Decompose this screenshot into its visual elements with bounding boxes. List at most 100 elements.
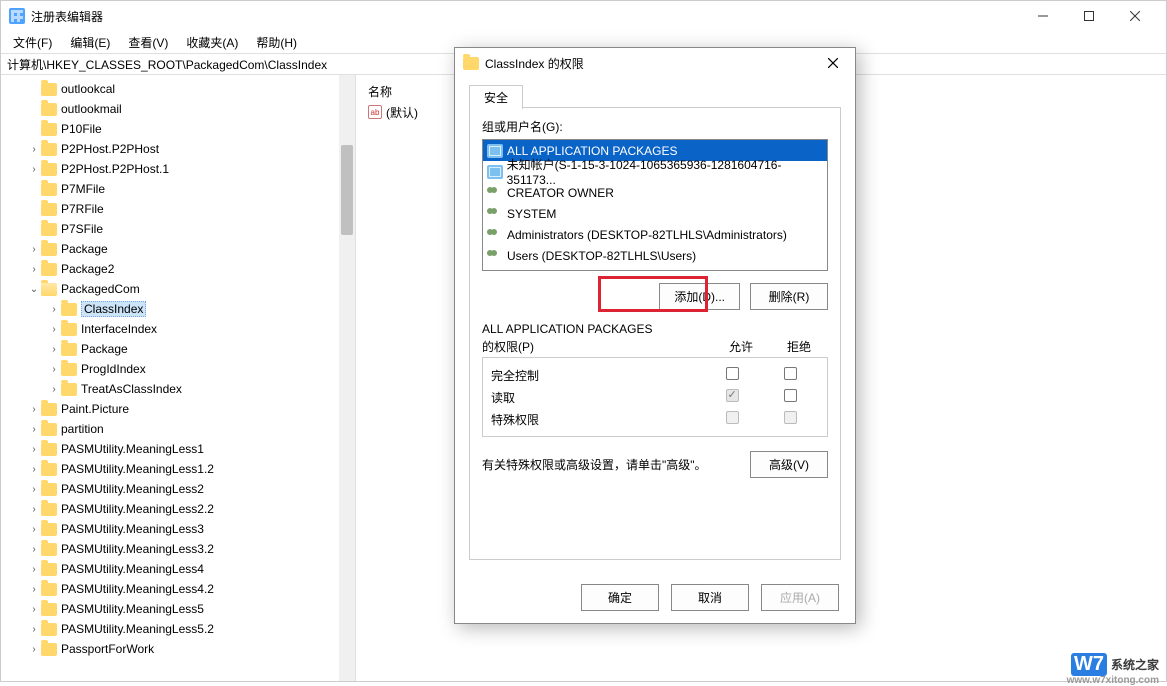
tree-item-paint-picture[interactable]: ›Paint.Picture — [1, 399, 355, 419]
maximize-button[interactable] — [1066, 1, 1112, 31]
tree-item-p2phost-p2phost[interactable]: ›P2PHost.P2PHost — [1, 139, 355, 159]
dialog-footer: 确定 取消 应用(A) — [455, 572, 855, 623]
tree-item-label: P7RFile — [61, 202, 104, 216]
menu-view[interactable]: 查看(V) — [120, 32, 176, 53]
tree-item-pasmutility-meaningless3-2[interactable]: ›PASMUtility.MeaningLess3.2 — [1, 539, 355, 559]
tree-item-pasmutility-meaningless1-2[interactable]: ›PASMUtility.MeaningLess1.2 — [1, 459, 355, 479]
value-name: (默认) — [386, 104, 418, 121]
tree-item-label: P2PHost.P2PHost.1 — [61, 162, 169, 176]
minimize-button[interactable] — [1020, 1, 1066, 31]
user-list-label: Users (DESKTOP-82TLHLS\Users) — [507, 249, 696, 263]
user-list-item[interactable]: Users (DESKTOP-82TLHLS\Users) — [483, 245, 827, 266]
tree-item-passportforwork[interactable]: › PassportForWork — [1, 639, 355, 659]
chevron-right-icon[interactable]: › — [27, 424, 41, 435]
chevron-right-icon[interactable]: › — [27, 584, 41, 595]
tree-item-package[interactable]: ›Package — [1, 239, 355, 259]
folder-icon — [41, 563, 57, 576]
deny-checkbox[interactable] — [784, 367, 797, 380]
tree-item-partition[interactable]: ›partition — [1, 419, 355, 439]
ok-button[interactable]: 确定 — [581, 584, 659, 611]
remove-button[interactable]: 删除(R) — [750, 283, 828, 310]
menu-help[interactable]: 帮助(H) — [248, 32, 305, 53]
chevron-right-icon[interactable]: › — [47, 344, 61, 355]
close-button[interactable] — [1112, 1, 1158, 31]
chevron-right-icon[interactable]: › — [27, 144, 41, 155]
apply-button[interactable]: 应用(A) — [761, 584, 839, 611]
tree-scrollbar-thumb[interactable] — [341, 145, 353, 235]
tree-item-p10file[interactable]: ·P10File — [1, 119, 355, 139]
tree-item-p7mfile[interactable]: ·P7MFile — [1, 179, 355, 199]
tree-item-outlookmail[interactable]: ·outlookmail — [1, 99, 355, 119]
chevron-right-icon[interactable]: › — [27, 624, 41, 635]
dialog-titlebar: ClassIndex 的权限 — [455, 48, 855, 78]
chevron-right-icon[interactable]: › — [27, 464, 41, 475]
tree-scrollbar[interactable] — [339, 75, 355, 681]
advanced-button[interactable]: 高级(V) — [750, 451, 828, 478]
folder-icon — [41, 483, 57, 496]
chevron-right-icon[interactable]: › — [27, 244, 41, 255]
chevron-right-icon[interactable]: › — [27, 604, 41, 615]
user-list-item[interactable]: Administrators (DESKTOP-82TLHLS\Administ… — [483, 224, 827, 245]
tree-item-progidindex[interactable]: ›ProgIdIndex — [1, 359, 355, 379]
tree-item-p7sfile[interactable]: ·P7SFile — [1, 219, 355, 239]
tree-item-packagedcom[interactable]: ⌄PackagedCom — [1, 279, 355, 299]
chevron-right-icon[interactable]: › — [27, 444, 41, 455]
chevron-right-icon[interactable]: › — [27, 524, 41, 535]
tree-item-label: P7MFile — [61, 182, 105, 196]
permission-row: 特殊权限 — [491, 408, 819, 430]
user-list-item[interactable]: SYSTEM — [483, 203, 827, 224]
folder-icon — [41, 103, 57, 116]
tree-item-label: P10File — [61, 122, 102, 136]
tree-item-pasmutility-meaningless1[interactable]: ›PASMUtility.MeaningLess1 — [1, 439, 355, 459]
tree-item-package[interactable]: › Package — [1, 339, 355, 359]
registry-tree[interactable]: ·outlookcal·outlookmail·P10File›P2PHost.… — [1, 75, 355, 663]
chevron-right-icon[interactable]: › — [47, 384, 61, 395]
tree-item-pasmutility-meaningless2-2[interactable]: ›PASMUtility.MeaningLess2.2 — [1, 499, 355, 519]
tree-item-pasmutility-meaningless3[interactable]: › PASMUtility.MeaningLess3 — [1, 519, 355, 539]
tree-item-outlookcal[interactable]: ·outlookcal — [1, 79, 355, 99]
chevron-right-icon[interactable]: › — [27, 504, 41, 515]
add-button[interactable]: 添加(D)... — [659, 283, 740, 310]
tab-security[interactable]: 安全 — [469, 85, 523, 109]
chevron-right-icon[interactable]: › — [27, 644, 41, 655]
chevron-right-icon[interactable]: › — [27, 164, 41, 175]
folder-icon — [41, 263, 57, 276]
menu-favorites[interactable]: 收藏夹(A) — [178, 32, 246, 53]
tree-item-pasmutility-meaningless4-2[interactable]: ›PASMUtility.MeaningLess4.2 — [1, 579, 355, 599]
chevron-right-icon[interactable]: › — [27, 484, 41, 495]
tree-item-interfaceindex[interactable]: ›InterfaceIndex — [1, 319, 355, 339]
chevron-right-icon[interactable]: › — [47, 324, 61, 335]
menu-file[interactable]: 文件(F) — [5, 32, 60, 53]
chevron-right-icon[interactable]: › — [27, 404, 41, 415]
cancel-button[interactable]: 取消 — [671, 584, 749, 611]
tree-item-pasmutility-meaningless5[interactable]: ›PASMUtility.MeaningLess5 — [1, 599, 355, 619]
group-users-label: 组或用户名(G): — [482, 118, 828, 135]
chevron-right-icon[interactable]: › — [47, 364, 61, 375]
chevron-right-icon[interactable]: › — [27, 564, 41, 575]
tree-item-classindex[interactable]: ›ClassIndex — [1, 299, 355, 319]
allow-checkbox[interactable] — [726, 367, 739, 380]
folder-icon — [41, 163, 57, 176]
chevron-right-icon[interactable]: › — [47, 304, 61, 315]
user-list-item[interactable]: 未知帐户(S-1-15-3-1024-1065365936-1281604716… — [483, 161, 827, 182]
chevron-right-icon[interactable]: › — [27, 544, 41, 555]
folder-icon — [41, 243, 57, 256]
users-listbox[interactable]: ALL APPLICATION PACKAGES未知帐户(S-1-15-3-10… — [482, 139, 828, 271]
tree-item-label: PassportForWork — [61, 642, 154, 656]
dialog-close-button[interactable] — [819, 49, 847, 77]
menu-edit[interactable]: 编辑(E) — [62, 32, 118, 53]
chevron-right-icon[interactable]: › — [27, 264, 41, 275]
tree-item-label: PASMUtility.MeaningLess3 — [61, 522, 204, 536]
chevron-down-icon[interactable]: ⌄ — [27, 284, 41, 295]
deny-checkbox[interactable] — [784, 389, 797, 402]
folder-icon — [41, 423, 57, 436]
tree-item-label: Package — [81, 342, 128, 356]
folder-icon — [61, 383, 77, 396]
tree-item-package2[interactable]: ›Package2 — [1, 259, 355, 279]
tree-item-pasmutility-meaningless5-2[interactable]: ›PASMUtility.MeaningLess5.2 — [1, 619, 355, 639]
tree-item-treatasclassindex[interactable]: ›TreatAsClassIndex — [1, 379, 355, 399]
tree-item-p2phost-p2phost-1[interactable]: › P2PHost.P2PHost.1 — [1, 159, 355, 179]
tree-item-p7rfile[interactable]: ·P7RFile — [1, 199, 355, 219]
tree-item-pasmutility-meaningless4[interactable]: ›PASMUtility.MeaningLess4 — [1, 559, 355, 579]
tree-item-pasmutility-meaningless2[interactable]: ›PASMUtility.MeaningLess2 — [1, 479, 355, 499]
